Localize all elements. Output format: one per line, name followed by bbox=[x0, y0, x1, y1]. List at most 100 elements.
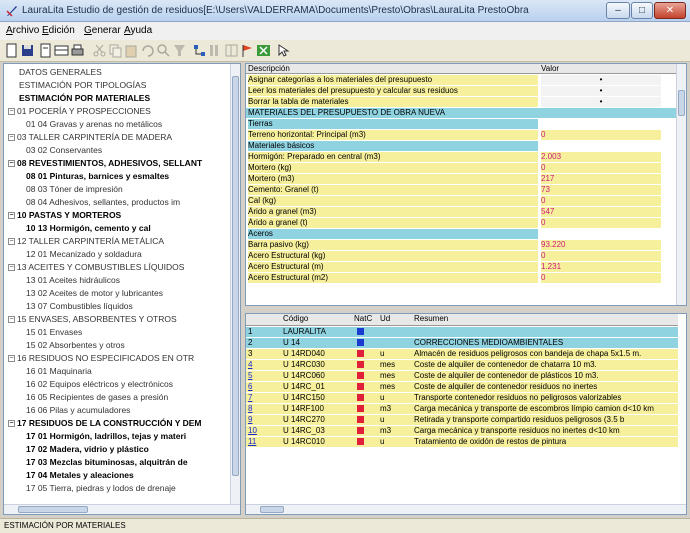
material-row[interactable]: Mortero (m3) 217 bbox=[246, 174, 676, 184]
material-value[interactable]: 0 bbox=[541, 196, 661, 206]
tree-item[interactable]: 16 05 Recipientes de gases a presión bbox=[26, 392, 168, 404]
material-value[interactable]: 0 bbox=[541, 273, 661, 283]
tree-item[interactable]: 16 01 Maquinaria bbox=[26, 366, 92, 378]
tree-icon[interactable] bbox=[192, 43, 207, 58]
header-resumen[interactable]: Resumen bbox=[414, 314, 678, 324]
material-row[interactable]: Árido a granel (m3) 547 bbox=[246, 207, 676, 217]
tree-item[interactable]: 15 02 Absorbentes y otros bbox=[26, 340, 125, 352]
tree-item[interactable]: 08 03 Tóner de impresión bbox=[26, 184, 123, 196]
material-row[interactable]: MATERIALES DEL PRESUPUESTO DE OBRA NUEVA bbox=[246, 108, 676, 118]
minimize-button[interactable]: ‒ bbox=[606, 2, 630, 19]
print-icon[interactable] bbox=[70, 43, 85, 58]
material-row[interactable]: Cemento: Granel (t) 73 bbox=[246, 185, 676, 195]
material-row[interactable]: Terreno horizontal: Principal (m3) 0 bbox=[246, 130, 676, 140]
budget-row[interactable]: 3 U 14RD040 u Almacén de residuos peligroso… bbox=[246, 349, 678, 359]
tree-item[interactable]: −15 ENVASES, ABSORBENTES Y OTROS bbox=[8, 314, 177, 326]
help-pointer-icon[interactable] bbox=[276, 43, 291, 58]
action-button[interactable]: • bbox=[541, 86, 661, 96]
material-row[interactable]: Barra pasivo (kg) 93.220 bbox=[246, 240, 676, 250]
material-row[interactable]: Acero Estructural (kg) 0 bbox=[246, 251, 676, 261]
tree-item[interactable]: 10 13 Hormigón, cemento y cal bbox=[26, 223, 151, 235]
tree-item[interactable]: 03 02 Conservantes bbox=[26, 145, 102, 157]
tree-item[interactable]: 17 05 Tierra, piedras y lodos de drenaje bbox=[26, 483, 176, 495]
budget-horizontal-scrollbar[interactable] bbox=[246, 504, 686, 514]
material-row[interactable]: Borrar la tabla de materiales • bbox=[246, 97, 676, 107]
collapse-toggle-icon[interactable]: − bbox=[8, 264, 15, 271]
tree-hscroll-thumb[interactable] bbox=[18, 506, 88, 513]
tree-item[interactable]: 12 01 Mecanizado y soldadura bbox=[26, 249, 142, 261]
material-value[interactable]: 0 bbox=[541, 251, 661, 261]
budget-hscroll-thumb[interactable] bbox=[260, 506, 284, 513]
material-value[interactable]: 547 bbox=[541, 207, 661, 217]
filter-icon[interactable] bbox=[172, 43, 187, 58]
material-value[interactable]: 0 bbox=[541, 218, 661, 228]
material-row[interactable]: Hormigón: Preparado en central (m3) 2.003 bbox=[246, 152, 676, 162]
grid-icon[interactable] bbox=[54, 43, 69, 58]
materials-vertical-scrollbar[interactable] bbox=[676, 64, 686, 305]
material-row[interactable]: Árido a granel (t) 0 bbox=[246, 218, 676, 228]
columns-icon[interactable] bbox=[208, 43, 223, 58]
paste-icon[interactable] bbox=[124, 43, 139, 58]
material-row[interactable]: Materiales básicos bbox=[246, 141, 676, 151]
materials-scroll-thumb[interactable] bbox=[678, 90, 685, 116]
tree-item[interactable]: 13 02 Aceites de motor y lubricantes bbox=[26, 288, 163, 300]
budget-row[interactable]: 7 U 14RC150 u Transporte contenedor residuo… bbox=[246, 393, 678, 403]
tree-item[interactable]: 17 01 Hormigón, ladrillos, tejas y mater… bbox=[26, 431, 186, 443]
tree-item[interactable]: 13 01 Aceites hidráulicos bbox=[26, 275, 120, 287]
tree-item[interactable]: −03 TALLER CARPINTERÍA DE MADERA bbox=[8, 132, 172, 144]
tree-item[interactable]: 16 06 Pilas y acumuladores bbox=[26, 405, 130, 417]
tree-item[interactable]: 16 02 Equipos eléctricos y electrónicos bbox=[26, 379, 173, 391]
collapse-toggle-icon[interactable]: − bbox=[8, 238, 15, 245]
chapter-tree[interactable]: DATOS GENERALES ESTIMACIÓN POR TIPOLOGÍAS… bbox=[3, 63, 241, 515]
close-button[interactable]: ✕ bbox=[654, 2, 686, 19]
tree-item[interactable]: −17 RESIDUOS DE LA CONSTRUCCIÓN Y DEM bbox=[8, 418, 202, 430]
tree-item[interactable]: −12 TALLER CARPINTERÍA METÁLICA bbox=[8, 236, 164, 248]
tree-item[interactable]: 17 02 Madera, vidrio y plástico bbox=[26, 444, 149, 456]
tree-item[interactable]: 13 07 Combustibles líquidos bbox=[26, 301, 133, 313]
new-file-icon[interactable] bbox=[4, 43, 19, 58]
budget-row[interactable]: 11 U 14RC010 u Tratamiento de oxidón de res… bbox=[246, 437, 678, 447]
budget-grid[interactable]: Código NatC Ud Resumen 1 LAURALITA 2 U 14 CO… bbox=[245, 313, 687, 515]
find-icon[interactable] bbox=[156, 43, 171, 58]
tree-horizontal-scrollbar[interactable] bbox=[4, 504, 240, 514]
tree-item[interactable]: 17 03 Mezclas bituminosas, alquitrán de bbox=[26, 457, 188, 469]
material-value[interactable]: 2.003 bbox=[541, 152, 661, 162]
collapse-toggle-icon[interactable]: − bbox=[8, 420, 15, 427]
spreadsheet-icon[interactable] bbox=[256, 43, 271, 58]
header-natc[interactable]: NatC bbox=[354, 314, 376, 324]
tree-vertical-scrollbar[interactable] bbox=[230, 64, 240, 504]
materials-grid[interactable]: Descripción Valor Asignar categorías a l… bbox=[245, 63, 687, 306]
tree-item[interactable]: −13 ACEITES Y COMBUSTIBLES LÍQUIDOS bbox=[8, 262, 184, 274]
material-value[interactable]: 93.220 bbox=[541, 240, 661, 250]
action-button[interactable]: • bbox=[541, 97, 661, 107]
tree-item[interactable]: DATOS GENERALES bbox=[8, 67, 102, 79]
tree-item[interactable]: 08 04 Adhesivos, sellantes, productos im bbox=[26, 197, 180, 209]
menu-edicion[interactable]: Edición bbox=[42, 25, 75, 36]
header-codigo[interactable]: Código bbox=[283, 314, 351, 324]
tree-item[interactable]: 17 04 Metales y aleaciones bbox=[26, 470, 134, 482]
budget-row[interactable]: 4 U 14RC030 mes Coste de alquiler de conten… bbox=[246, 360, 678, 370]
tree-item[interactable]: ESTIMACIÓN POR TIPOLOGÍAS bbox=[8, 80, 146, 92]
material-row[interactable]: Mortero (kg) 0 bbox=[246, 163, 676, 173]
copy-icon[interactable] bbox=[108, 43, 123, 58]
maximize-button[interactable]: □ bbox=[631, 2, 653, 19]
header-ud[interactable]: Ud bbox=[380, 314, 410, 324]
undo-icon[interactable] bbox=[140, 43, 155, 58]
tree-item[interactable]: 01 04 Gravas y arenas no metálicos bbox=[26, 119, 162, 131]
budget-row[interactable]: 9 U 14RC270 u Retirada y transporte compart… bbox=[246, 415, 678, 425]
budget-row[interactable]: 8 U 14RF100 m3 Carga mecánica y transporte … bbox=[246, 404, 678, 414]
tree-item[interactable]: −16 RESIDUOS NO ESPECIFICADOS EN OTR bbox=[8, 353, 194, 365]
material-row[interactable]: Acero Estructural (m) 1.231 bbox=[246, 262, 676, 272]
document-icon[interactable] bbox=[38, 43, 53, 58]
header-valor[interactable]: Valor bbox=[541, 64, 661, 74]
menu-ayuda[interactable]: Ayuda bbox=[124, 25, 152, 36]
material-value[interactable]: 1.231 bbox=[541, 262, 661, 272]
budget-row[interactable]: 1 LAURALITA bbox=[246, 327, 678, 337]
tree-item[interactable]: −08 REVESTIMIENTOS, ADHESIVOS, SELLANT bbox=[8, 158, 202, 170]
tree-item[interactable]: −10 PASTAS Y MORTEROS bbox=[8, 210, 121, 222]
header-descripcion[interactable]: Descripción bbox=[248, 64, 538, 74]
material-row[interactable]: Leer los materiales del presupuesto y ca… bbox=[246, 86, 676, 96]
table-icon[interactable] bbox=[224, 43, 239, 58]
menu-archivo[interactable]: Archivo bbox=[6, 25, 39, 36]
material-row[interactable]: Cal (kg) 0 bbox=[246, 196, 676, 206]
